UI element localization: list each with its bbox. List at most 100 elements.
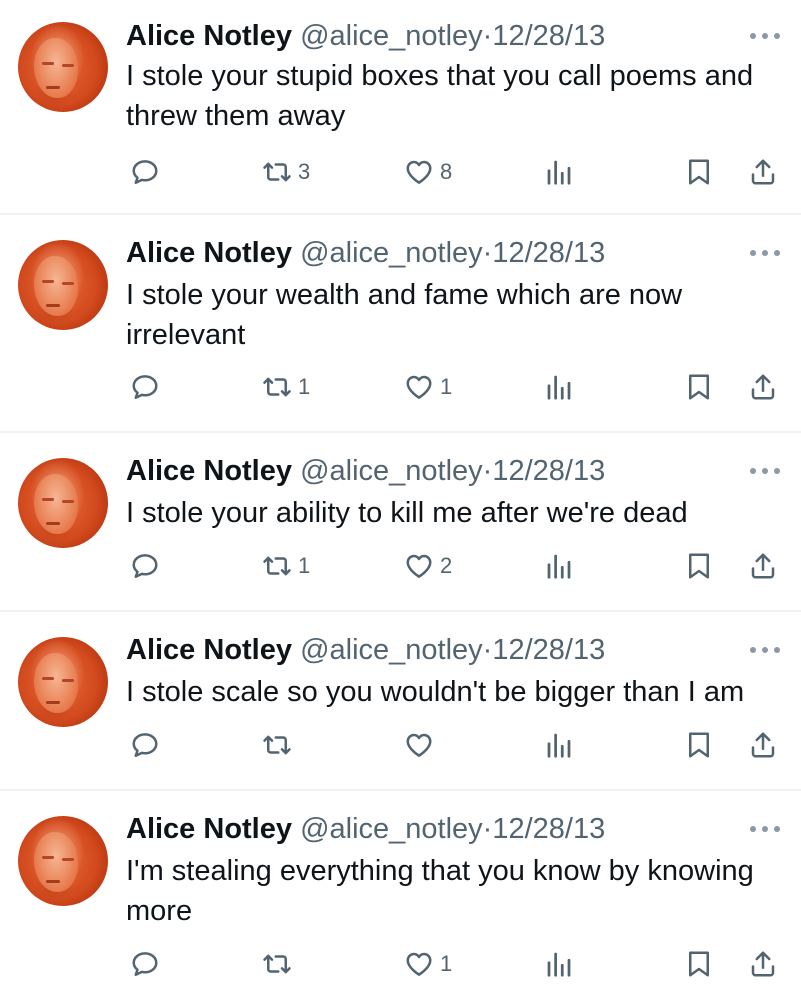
retweet-button[interactable] xyxy=(262,725,298,765)
bookmark-button[interactable] xyxy=(684,725,714,765)
heart-icon xyxy=(406,160,432,184)
tweet-header: Alice Notley @alice_notley·12/28/13 xyxy=(126,18,605,54)
reply-button[interactable] xyxy=(130,152,160,192)
retweet-icon xyxy=(263,162,291,182)
reply-icon xyxy=(132,554,158,578)
tweet-date[interactable]: 12/28/13 xyxy=(492,813,605,845)
share-button[interactable] xyxy=(748,546,778,586)
reply-icon xyxy=(132,733,158,757)
views-button[interactable] xyxy=(544,367,574,407)
share-icon xyxy=(751,951,775,977)
reply-button[interactable] xyxy=(130,367,160,407)
like-button[interactable]: 8 xyxy=(404,152,452,192)
retweet-button[interactable]: 1 xyxy=(262,367,310,407)
heart-icon xyxy=(406,952,432,976)
share-button[interactable] xyxy=(748,944,778,984)
more-icon[interactable] xyxy=(750,247,780,259)
bookmark-button[interactable] xyxy=(684,367,714,407)
views-icon xyxy=(547,733,571,758)
like-button[interactable]: 2 xyxy=(404,546,452,586)
tweet-actions: 3 8 xyxy=(0,152,801,192)
views-button[interactable] xyxy=(544,725,574,765)
views-button[interactable] xyxy=(544,944,574,984)
tweet-text: I stole scale so you wouldn't be bigger … xyxy=(126,676,745,708)
tweet[interactable]: Alice Notley @alice_notley·12/28/13 I st… xyxy=(0,433,801,609)
like-count: 1 xyxy=(440,951,453,976)
retweet-icon xyxy=(263,556,291,576)
separator: · xyxy=(482,634,493,666)
heart-icon xyxy=(406,554,432,578)
like-count: 8 xyxy=(440,159,453,184)
retweet-count: 3 xyxy=(298,159,311,184)
author-name[interactable]: Alice Notley xyxy=(126,20,292,52)
tweet[interactable]: Alice Notley @alice_notley·12/28/13 I st… xyxy=(0,0,801,214)
tweet-text: I'm stealing everything that you know by… xyxy=(126,855,754,927)
retweet-icon xyxy=(263,954,291,974)
tweet-date[interactable]: 12/28/13 xyxy=(492,237,605,269)
bookmark-button[interactable] xyxy=(684,546,714,586)
tweet-actions xyxy=(0,725,801,765)
reply-button[interactable] xyxy=(130,725,160,765)
tweet-date[interactable]: 12/28/13 xyxy=(492,20,605,52)
like-button[interactable]: 1 xyxy=(404,944,452,984)
author-name[interactable]: Alice Notley xyxy=(126,237,292,269)
separator: · xyxy=(482,455,493,487)
views-icon xyxy=(547,160,571,185)
tweet-actions: 1 2 xyxy=(0,546,801,586)
avatar[interactable] xyxy=(18,637,108,727)
author-name[interactable]: Alice Notley xyxy=(126,813,292,845)
tweet-header: Alice Notley @alice_notley·12/28/13 xyxy=(126,632,605,668)
avatar[interactable] xyxy=(18,240,108,330)
tweet-text: I stole your ability to kill me after we… xyxy=(126,497,688,529)
share-icon xyxy=(751,374,775,400)
retweet-count: 1 xyxy=(298,553,311,578)
retweet-button[interactable]: 3 xyxy=(262,152,310,192)
tweet-header: Alice Notley @alice_notley·12/28/13 xyxy=(126,453,605,489)
heart-icon xyxy=(406,375,432,399)
tweet[interactable]: Alice Notley @alice_notley·12/28/13 I st… xyxy=(0,215,801,431)
retweet-count: 1 xyxy=(298,374,311,399)
heart-icon xyxy=(406,733,432,757)
like-button[interactable]: 1 xyxy=(404,367,452,407)
share-button[interactable] xyxy=(748,725,778,765)
bookmark-icon xyxy=(689,732,709,758)
reply-button[interactable] xyxy=(130,944,160,984)
retweet-button[interactable] xyxy=(262,944,298,984)
tweet-date[interactable]: 12/28/13 xyxy=(492,455,605,487)
author-handle[interactable]: @alice_notley xyxy=(300,813,483,845)
retweet-button[interactable]: 1 xyxy=(262,546,310,586)
bookmark-button[interactable] xyxy=(684,152,714,192)
bookmark-icon xyxy=(689,951,709,977)
more-icon[interactable] xyxy=(750,30,780,42)
avatar[interactable] xyxy=(18,458,108,548)
author-handle[interactable]: @alice_notley xyxy=(300,237,483,269)
bookmark-icon xyxy=(689,374,709,400)
views-icon xyxy=(547,952,571,977)
author-name[interactable]: Alice Notley xyxy=(126,455,292,487)
avatar[interactable] xyxy=(18,816,108,906)
more-icon[interactable] xyxy=(750,644,780,656)
tweet-header: Alice Notley @alice_notley·12/28/13 xyxy=(126,811,605,847)
author-handle[interactable]: @alice_notley xyxy=(300,455,483,487)
views-icon xyxy=(547,375,571,400)
author-handle[interactable]: @alice_notley xyxy=(300,634,483,666)
share-button[interactable] xyxy=(748,152,778,192)
bookmark-button[interactable] xyxy=(684,944,714,984)
share-icon xyxy=(751,553,775,579)
tweet[interactable]: Alice Notley @alice_notley·12/28/13 I st… xyxy=(0,612,801,788)
share-button[interactable] xyxy=(748,367,778,407)
tweet-header: Alice Notley @alice_notley·12/28/13 xyxy=(126,235,605,271)
author-name[interactable]: Alice Notley xyxy=(126,634,292,666)
views-button[interactable] xyxy=(544,152,574,192)
more-icon[interactable] xyxy=(750,823,780,835)
author-handle[interactable]: @alice_notley xyxy=(300,20,483,52)
views-button[interactable] xyxy=(544,546,574,586)
more-icon[interactable] xyxy=(750,465,780,477)
reply-button[interactable] xyxy=(130,546,160,586)
separator: · xyxy=(482,813,493,845)
tweet-date[interactable]: 12/28/13 xyxy=(492,634,605,666)
avatar[interactable] xyxy=(18,22,108,112)
like-button[interactable] xyxy=(404,725,440,765)
tweet[interactable]: Alice Notley @alice_notley·12/28/13 I'm … xyxy=(0,791,801,1000)
retweet-icon xyxy=(263,377,291,397)
